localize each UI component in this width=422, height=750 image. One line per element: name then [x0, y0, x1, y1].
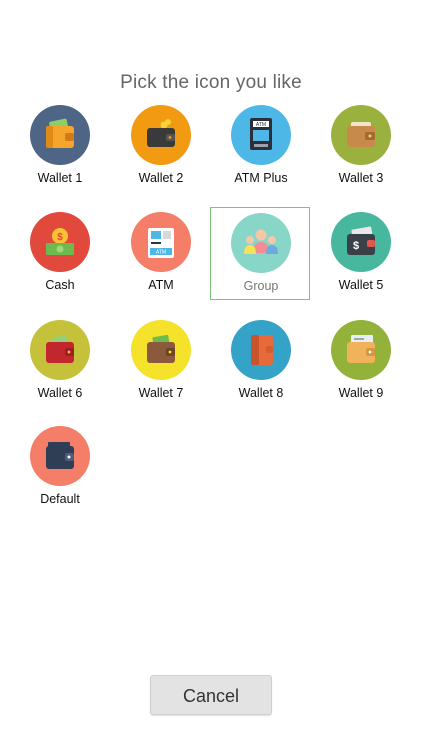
icon-option-label: Wallet 7 — [138, 386, 184, 400]
icon-option-wallet-5[interactable]: $ Wallet 5 — [311, 212, 411, 304]
icon-option-label: Default — [40, 492, 80, 506]
svg-text:ATM: ATM — [256, 122, 266, 128]
icon-option-wallet-2[interactable]: Wallet 2 — [111, 105, 211, 197]
icon-option-wallet-8[interactable]: Wallet 8 — [211, 320, 311, 412]
wallet-icon — [30, 105, 90, 165]
icon-option-label: Cash — [45, 278, 75, 292]
cash-icon: $ — [30, 212, 90, 272]
icon-option-wallet-1[interactable]: Wallet 1 — [10, 105, 110, 197]
wallet-icon — [331, 320, 391, 380]
wallet-dollar-icon: $ — [331, 212, 391, 272]
icon-option-label: Wallet 1 — [37, 171, 83, 185]
wallet-icon — [131, 105, 191, 165]
wallet-icon — [231, 320, 291, 380]
group-icon — [231, 213, 291, 273]
wallet-icon — [331, 105, 391, 165]
icon-option-label: Wallet 9 — [338, 386, 384, 400]
icon-option-label: Wallet 6 — [37, 386, 83, 400]
icon-option-wallet-3[interactable]: Wallet 3 — [311, 105, 411, 197]
svg-text:ATM: ATM — [156, 250, 166, 256]
icon-option-label: ATM — [148, 278, 174, 292]
icon-option-group[interactable]: Group — [210, 207, 310, 300]
icon-option-atm[interactable]: ATM ATM — [111, 212, 211, 304]
cancel-button[interactable]: Cancel — [150, 675, 272, 715]
icon-option-label: Wallet 2 — [138, 171, 184, 185]
svg-text:$: $ — [57, 232, 63, 243]
icon-option-label: Wallet 8 — [238, 386, 284, 400]
wallet-icon — [131, 320, 191, 380]
atm-machine-icon: ATM — [231, 105, 291, 165]
wallet-icon — [30, 426, 90, 486]
icon-option-cash[interactable]: $ Cash — [10, 212, 110, 304]
svg-text:$: $ — [353, 240, 359, 252]
wallet-icon — [30, 320, 90, 380]
icon-option-label: Wallet 5 — [338, 278, 384, 292]
atm-icon: ATM — [131, 212, 191, 272]
icon-option-label: Group — [243, 279, 279, 293]
icon-grid: Wallet 1 Wallet 2 ATM ATM Plus Wallet 3 … — [0, 0, 422, 520]
icon-option-wallet-9[interactable]: Wallet 9 — [311, 320, 411, 412]
icon-option-atm-plus[interactable]: ATM ATM Plus — [211, 105, 311, 197]
icon-option-wallet-6[interactable]: Wallet 6 — [10, 320, 110, 412]
icon-option-default[interactable]: Default — [10, 426, 110, 518]
icon-option-wallet-7[interactable]: Wallet 7 — [111, 320, 211, 412]
icon-option-label: ATM Plus — [234, 171, 288, 185]
icon-option-label: Wallet 3 — [338, 171, 384, 185]
